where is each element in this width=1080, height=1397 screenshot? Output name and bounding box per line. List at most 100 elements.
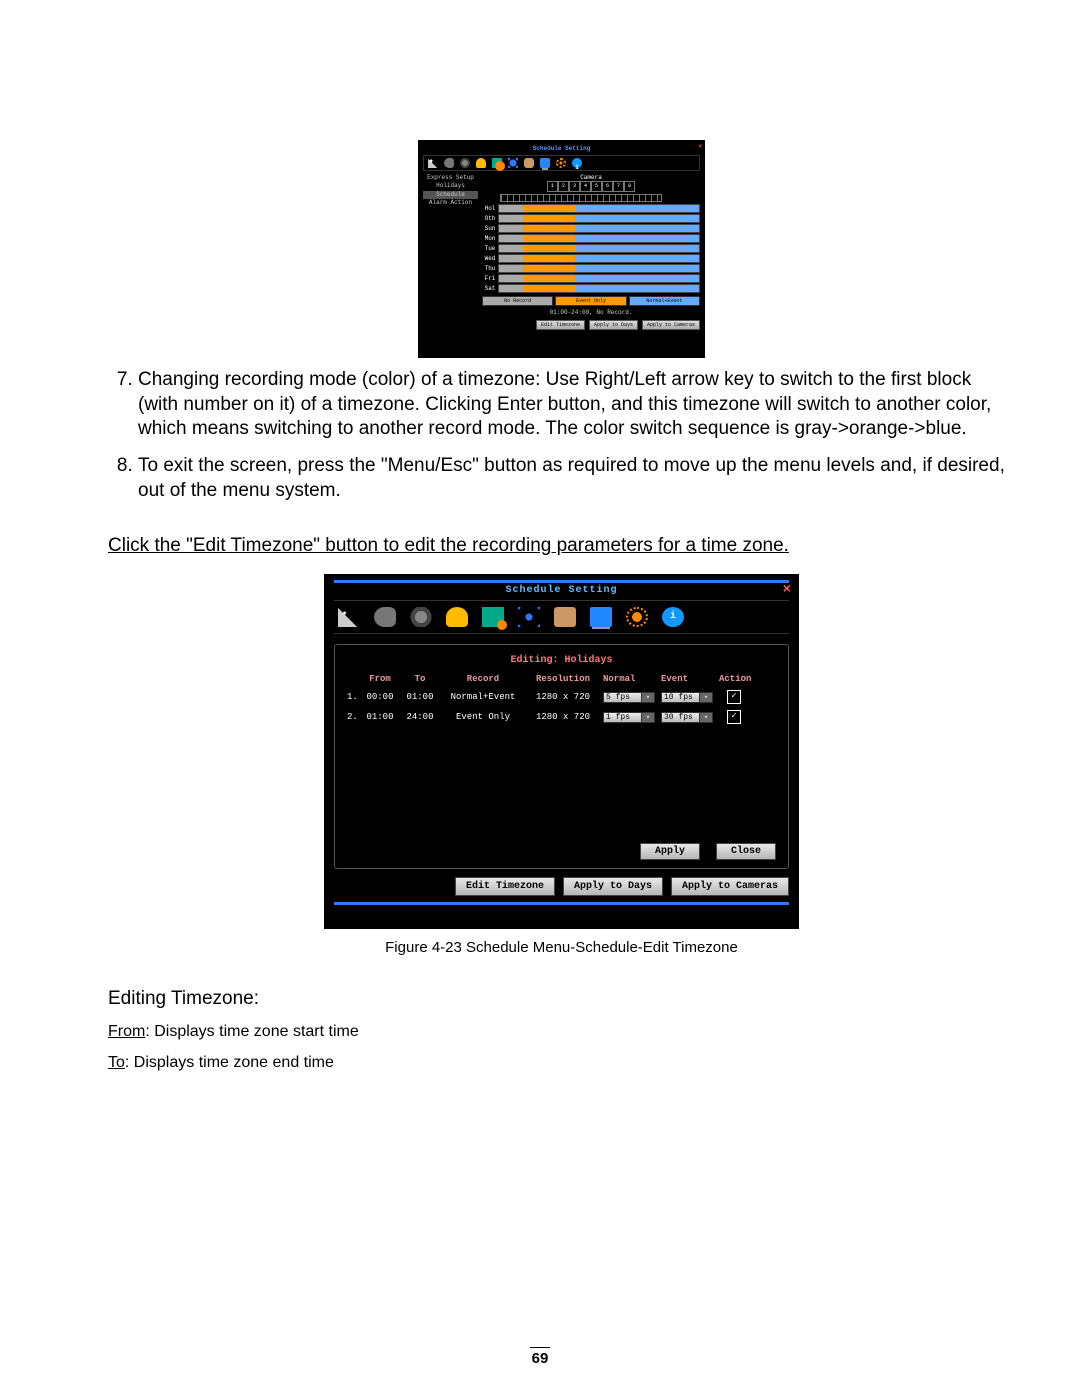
camera-icon[interactable] bbox=[374, 607, 396, 627]
event-fps-select[interactable]: 30 fps▾ bbox=[661, 712, 713, 723]
wizard-icon[interactable] bbox=[428, 158, 438, 168]
day-schedule-bar[interactable] bbox=[498, 274, 700, 283]
apply-button[interactable]: Apply bbox=[640, 843, 700, 860]
hours-ruler bbox=[500, 194, 662, 202]
sidebar-item[interactable]: Express Setup bbox=[423, 174, 478, 182]
info-icon[interactable]: i bbox=[662, 607, 684, 627]
day-schedule-bar[interactable] bbox=[498, 264, 700, 273]
timezone-row: 2. 01:00 24:00 Event Only 1280 x 720 1 fps▾ 30… bbox=[347, 710, 776, 724]
page-number: 69 bbox=[0, 1347, 1080, 1367]
instruction-item: To exit the screen, press the "Menu/Esc"… bbox=[138, 454, 1015, 503]
legend-normal-event: Normal+Event bbox=[629, 296, 700, 306]
document-page: Schedule Setting × i Express SetupHolida… bbox=[0, 0, 1080, 1397]
icon-toolbar: i bbox=[334, 600, 789, 634]
row-record: Normal+Event bbox=[443, 692, 523, 702]
camera-number[interactable]: 4 bbox=[580, 181, 591, 192]
row-resolution: 1280 x 720 bbox=[529, 692, 597, 702]
day-schedule-bar[interactable] bbox=[498, 204, 700, 213]
camera-number[interactable]: 7 bbox=[613, 181, 624, 192]
chevron-down-icon[interactable]: ▾ bbox=[700, 712, 713, 723]
day-row[interactable]: Sat bbox=[482, 284, 700, 293]
sidebar-item[interactable]: Schedule bbox=[423, 191, 478, 199]
apply-to-cameras-button[interactable]: Apply to Cameras bbox=[671, 877, 789, 896]
sidebar-item[interactable]: Alarm Action bbox=[423, 199, 478, 207]
record-mode-legend: No Record Event Only Normal+Event bbox=[482, 296, 700, 306]
camera-number[interactable]: 6 bbox=[602, 181, 613, 192]
row-from: 01:00 bbox=[363, 712, 397, 722]
small-main-panel: Camera 12345678 HolOthSunMonTueWedThuFri… bbox=[482, 174, 700, 330]
system-icon[interactable] bbox=[626, 607, 648, 627]
day-schedule-bar[interactable] bbox=[498, 214, 700, 223]
camera-number[interactable]: 5 bbox=[591, 181, 602, 192]
network-icon[interactable] bbox=[508, 158, 518, 168]
close-icon[interactable]: × bbox=[698, 143, 702, 150]
info-icon[interactable]: i bbox=[572, 158, 582, 168]
day-schedule-bar[interactable] bbox=[498, 284, 700, 293]
day-schedule-bar[interactable] bbox=[498, 224, 700, 233]
event-fps-select[interactable]: 10 fps▾ bbox=[661, 692, 713, 703]
schedule-icon[interactable] bbox=[492, 158, 502, 168]
edit-timezone-panel: Editing: Holidays From To Record Resolut… bbox=[334, 644, 789, 869]
day-label: Tue bbox=[482, 245, 498, 252]
day-row[interactable]: Hol bbox=[482, 204, 700, 213]
day-row[interactable]: Mon bbox=[482, 234, 700, 243]
normal-fps-select[interactable]: 1 fps▾ bbox=[603, 712, 655, 723]
sidebar-item[interactable]: Holidays bbox=[423, 182, 478, 190]
display-icon[interactable] bbox=[540, 158, 550, 168]
day-label: Thu bbox=[482, 265, 498, 272]
schedule-setting-window-large: Schedule Setting × i Editing: Holidays F… bbox=[324, 574, 799, 929]
apply-to-days-button[interactable]: Apply to Days bbox=[563, 877, 663, 896]
apply-to-days-button[interactable]: Apply to Days bbox=[589, 320, 638, 330]
schedule-setting-window-small: Schedule Setting × i Express SetupHolida… bbox=[418, 140, 705, 358]
action-checkbox[interactable]: ✓ bbox=[719, 690, 749, 704]
alarm-icon[interactable] bbox=[446, 607, 468, 627]
chevron-down-icon[interactable]: ▾ bbox=[642, 692, 655, 703]
day-label: Oth bbox=[482, 215, 498, 222]
close-icon[interactable]: × bbox=[783, 582, 791, 598]
schedule-icon[interactable] bbox=[482, 607, 504, 627]
display-icon[interactable] bbox=[590, 607, 612, 627]
chevron-down-icon[interactable]: ▾ bbox=[700, 692, 713, 703]
network-icon[interactable] bbox=[518, 607, 540, 627]
row-to: 24:00 bbox=[403, 712, 437, 722]
row-record: Event Only bbox=[443, 712, 523, 722]
day-schedule-bar[interactable] bbox=[498, 254, 700, 263]
day-schedule-bar[interactable] bbox=[498, 244, 700, 253]
editing-heading: Editing: Holidays bbox=[347, 655, 776, 666]
close-button[interactable]: Close bbox=[716, 843, 776, 860]
apply-to-cameras-button[interactable]: Apply to Cameras bbox=[642, 320, 700, 330]
camera-number[interactable]: 8 bbox=[624, 181, 635, 192]
disk-icon[interactable] bbox=[554, 607, 576, 627]
day-row[interactable]: Sun bbox=[482, 224, 700, 233]
record-icon[interactable] bbox=[410, 607, 432, 627]
camera-number[interactable]: 2 bbox=[558, 181, 569, 192]
camera-selector-row[interactable]: 12345678 bbox=[482, 181, 700, 192]
wizard-icon[interactable] bbox=[338, 607, 360, 627]
normal-fps-select[interactable]: 5 fps▾ bbox=[603, 692, 655, 703]
row-resolution: 1280 x 720 bbox=[529, 712, 597, 722]
day-row[interactable]: Oth bbox=[482, 214, 700, 223]
chevron-down-icon[interactable]: ▾ bbox=[642, 712, 655, 723]
day-row[interactable]: Thu bbox=[482, 264, 700, 273]
action-checkbox[interactable]: ✓ bbox=[719, 710, 749, 724]
day-schedule-bar[interactable] bbox=[498, 234, 700, 243]
day-row[interactable]: Fri bbox=[482, 274, 700, 283]
row-index: 1. bbox=[347, 692, 357, 702]
day-row[interactable]: Tue bbox=[482, 244, 700, 253]
row-to: 01:00 bbox=[403, 692, 437, 702]
to-label: To bbox=[108, 1054, 125, 1071]
edit-timezone-button[interactable]: Edit Timezone bbox=[455, 877, 555, 896]
col-resolution: Resolution bbox=[529, 674, 597, 684]
camera-number[interactable]: 3 bbox=[569, 181, 580, 192]
day-label: Sat bbox=[482, 285, 498, 292]
record-icon[interactable] bbox=[460, 158, 470, 168]
edit-timezone-button[interactable]: Edit Timezone bbox=[536, 320, 585, 330]
camera-number[interactable]: 1 bbox=[547, 181, 558, 192]
disk-icon[interactable] bbox=[524, 158, 534, 168]
camera-icon[interactable] bbox=[444, 158, 454, 168]
col-action: Action bbox=[719, 674, 749, 684]
system-icon[interactable] bbox=[556, 158, 566, 168]
row-index: 2. bbox=[347, 712, 357, 722]
day-row[interactable]: Wed bbox=[482, 254, 700, 263]
alarm-icon[interactable] bbox=[476, 158, 486, 168]
